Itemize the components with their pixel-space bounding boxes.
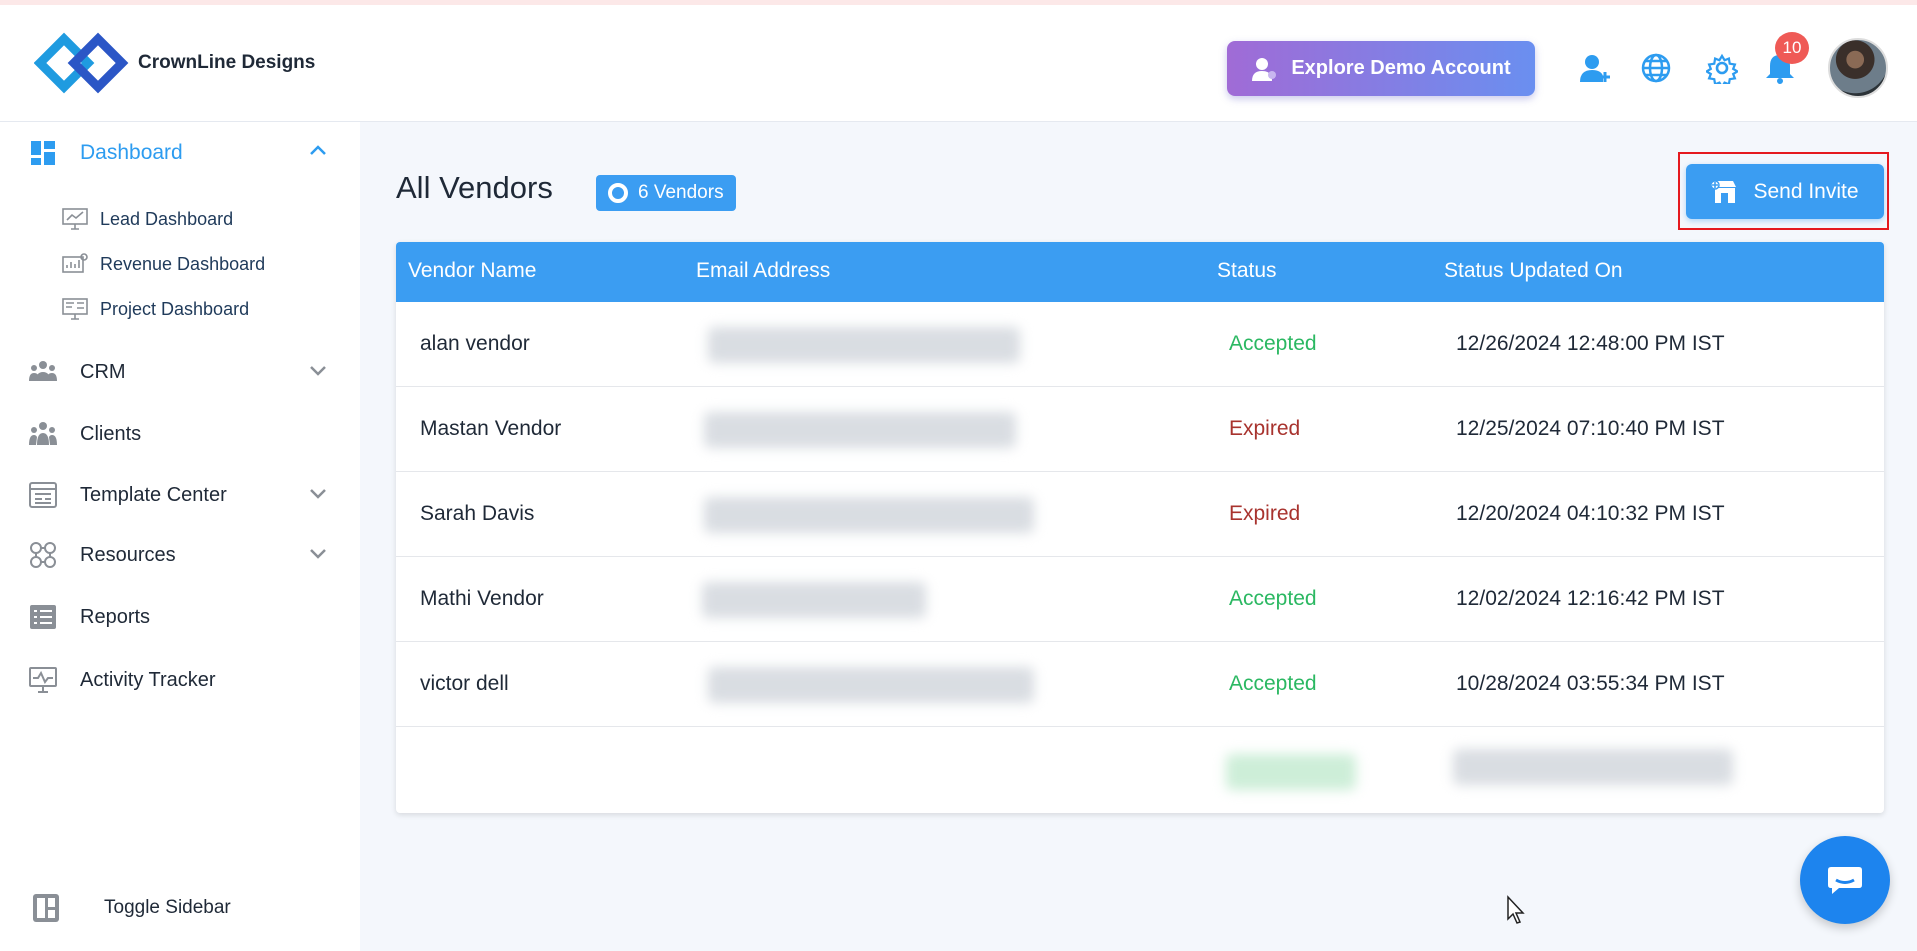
toggle-sidebar-label: Toggle Sidebar — [104, 897, 231, 918]
crm-icon — [28, 357, 58, 387]
explore-demo-label: Explore Demo Account — [1291, 57, 1511, 79]
crownline-logo-icon — [34, 32, 129, 94]
chevron-down-icon — [310, 549, 326, 559]
email-blurred — [704, 497, 1034, 533]
column-header-email[interactable]: Email Address — [696, 259, 830, 283]
top-bar: CrownLine Designs Explore Demo Account 1… — [0, 0, 1917, 122]
clients-icon — [28, 419, 58, 449]
monitor-chart-icon — [62, 208, 88, 230]
table-row[interactable]: alan vendor Accepted 12/26/2024 12:48:00… — [396, 302, 1884, 387]
email-blurred — [704, 412, 1016, 448]
sidebar-item-template-center[interactable]: Template Center — [28, 475, 328, 515]
status-badge: Accepted — [1229, 587, 1317, 610]
globe-icon[interactable] — [1639, 51, 1673, 85]
table-row[interactable]: Mastan Vendor Expired 12/25/2024 07:10:4… — [396, 387, 1884, 472]
sidebar-item-label: Activity Tracker — [80, 668, 216, 691]
sidebar-subitem-label: Project Dashboard — [100, 298, 250, 319]
sidebar-item-resources[interactable]: Resources — [28, 535, 328, 575]
add-user-icon[interactable] — [1578, 51, 1612, 85]
sidebar-item-label: Clients — [80, 422, 142, 445]
sidebar-item-clients[interactable]: Clients — [28, 414, 328, 454]
brand-name: CrownLine Designs — [138, 52, 316, 73]
project-chart-icon — [62, 298, 88, 320]
sidebar-subitem-revenue-dashboard[interactable]: Revenue Dashboard — [62, 249, 265, 279]
sidebar-item-dashboard[interactable]: Dashboard — [28, 133, 328, 173]
status-updated: 12/26/2024 12:48:00 PM IST — [1456, 332, 1725, 355]
status-updated: 12/02/2024 12:16:42 PM IST — [1456, 587, 1725, 610]
store-invite-icon — [1711, 179, 1737, 203]
status-badge: Expired — [1229, 502, 1301, 525]
user-avatar[interactable] — [1828, 38, 1888, 98]
explore-demo-button[interactable]: Explore Demo Account — [1227, 41, 1535, 96]
vendor-name: Sarah Davis — [420, 502, 535, 525]
vendor-count-badge: 6 Vendors — [596, 175, 736, 211]
status-badge: Expired — [1229, 417, 1301, 440]
email-blurred — [708, 667, 1034, 703]
sidebar-item-activity-tracker[interactable]: Activity Tracker — [28, 660, 328, 700]
status-blurred — [1226, 754, 1356, 790]
status-badge: Accepted — [1229, 672, 1317, 695]
vendors-table: Vendor Name Email Address Status Status … — [396, 242, 1884, 813]
brand-logo[interactable]: CrownLine Designs — [34, 25, 315, 101]
notification-count-badge: 10 — [1775, 32, 1809, 64]
template-icon — [28, 480, 58, 510]
vendor-name: Mathi Vendor — [420, 587, 544, 610]
status-updated: 10/28/2024 03:55:34 PM IST — [1456, 672, 1725, 695]
circle-icon — [608, 183, 628, 203]
sidebar-item-crm[interactable]: CRM — [28, 352, 328, 392]
table-row[interactable]: Sarah Davis Expired 12/20/2024 04:10:32 … — [396, 472, 1884, 557]
reports-icon — [28, 602, 58, 632]
email-blurred — [708, 327, 1020, 363]
status-updated: 12/25/2024 07:10:40 PM IST — [1456, 417, 1725, 440]
chevron-up-icon — [310, 145, 326, 155]
sidebar-subitem-project-dashboard[interactable]: Project Dashboard — [62, 294, 249, 324]
status-badge: Accepted — [1229, 332, 1317, 355]
sidebar: Dashboard Lead Dashboard Revenue Dashboa… — [0, 122, 360, 951]
vendor-name: Mastan Vendor — [420, 417, 562, 440]
activity-tracker-icon — [28, 665, 58, 695]
page-title: All Vendors — [396, 170, 553, 205]
send-invite-button[interactable]: Send Invite — [1686, 164, 1884, 219]
vendor-name: alan vendor — [420, 332, 530, 355]
vendor-count-label: 6 Vendors — [638, 182, 724, 203]
status-updated: 12/20/2024 04:10:32 PM IST — [1456, 502, 1725, 525]
sidebar-item-label: Resources — [80, 543, 176, 566]
sidebar-toggle-icon — [33, 894, 59, 922]
column-header-status-updated[interactable]: Status Updated On — [1444, 259, 1623, 283]
sidebar-item-reports[interactable]: Reports — [28, 597, 328, 637]
resources-icon — [28, 540, 58, 570]
revenue-chart-icon — [62, 253, 88, 273]
demo-user-icon — [1252, 57, 1277, 81]
column-header-status[interactable]: Status — [1217, 259, 1277, 283]
chat-icon — [1828, 867, 1862, 894]
email-blurred — [702, 582, 926, 618]
toggle-sidebar-button[interactable]: Toggle Sidebar — [32, 893, 231, 923]
table-row[interactable]: victor dell Accepted 10/28/2024 03:55:34… — [396, 642, 1884, 727]
mouse-cursor-icon — [1507, 895, 1525, 924]
column-header-vendor-name[interactable]: Vendor Name — [408, 259, 536, 283]
gear-icon[interactable] — [1705, 51, 1739, 85]
sidebar-item-label: Reports — [80, 605, 151, 628]
dashboard-icon — [28, 138, 58, 168]
chat-support-button[interactable] — [1800, 836, 1890, 924]
sidebar-item-label: CRM — [80, 360, 126, 383]
table-row[interactable]: Mathi Vendor Accepted 12/02/2024 12:16:4… — [396, 557, 1884, 642]
sidebar-subitem-label: Lead Dashboard — [100, 208, 234, 229]
sidebar-item-label: Dashboard — [80, 141, 183, 164]
chevron-down-icon — [310, 489, 326, 499]
table-row[interactable] — [396, 727, 1884, 812]
send-invite-label: Send Invite — [1753, 179, 1859, 203]
vendor-name: victor dell — [420, 672, 509, 695]
table-header: Vendor Name Email Address Status Status … — [396, 242, 1884, 302]
chevron-down-icon — [310, 366, 326, 376]
status-updated-blurred — [1453, 749, 1733, 785]
sidebar-item-label: Template Center — [80, 483, 227, 506]
sidebar-subitem-lead-dashboard[interactable]: Lead Dashboard — [62, 204, 233, 234]
sidebar-subitem-label: Revenue Dashboard — [100, 253, 266, 274]
